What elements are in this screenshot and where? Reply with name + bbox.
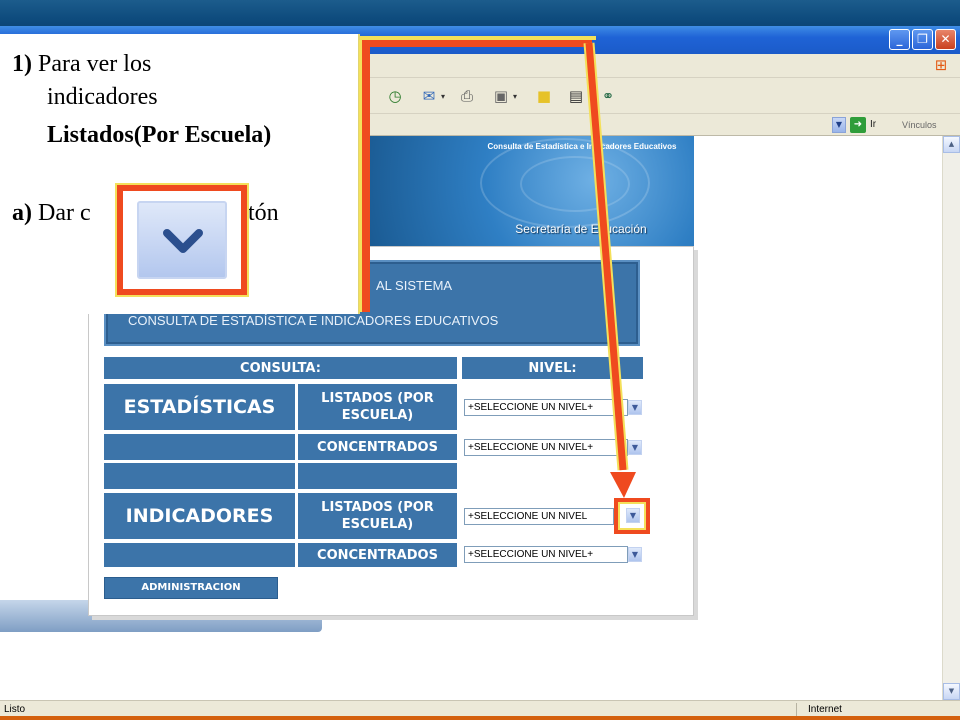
address-dropdown-icon[interactable]: ▼ bbox=[832, 117, 846, 133]
slide-bottom-line bbox=[0, 716, 960, 720]
estadisticas-listados-label: LISTADOS (POR ESCUELA) bbox=[298, 384, 457, 430]
minimize-button[interactable]: _ bbox=[889, 29, 910, 50]
instruction-substep: a) Dar c bbox=[12, 200, 91, 227]
print-icon[interactable]: ⎙ bbox=[456, 85, 478, 107]
scroll-up-icon[interactable]: ▲ bbox=[943, 136, 960, 153]
welcome-line-1: AL SISTEMA bbox=[376, 278, 453, 293]
blank-cell bbox=[104, 463, 295, 489]
history-icon[interactable]: ◷ bbox=[384, 85, 406, 107]
substep-letter: a) bbox=[12, 200, 32, 226]
links-label[interactable]: Vínculos bbox=[902, 120, 937, 130]
status-text: Listo bbox=[4, 704, 26, 715]
instruction-line-2: indicadores bbox=[47, 84, 158, 110]
close-button[interactable]: ✕ bbox=[935, 29, 956, 50]
folder-icon[interactable]: ■ bbox=[533, 85, 555, 107]
go-button[interactable]: Ir bbox=[870, 119, 876, 130]
pointer-line-horizontal bbox=[366, 40, 592, 47]
header-banner: Consulta de Estadística e Indicadores Ed… bbox=[360, 136, 694, 246]
chevron-down-icon[interactable]: ▼ bbox=[628, 547, 642, 562]
indicadores-listados-label: LISTADOS (POR ESCUELA) bbox=[298, 493, 457, 539]
scroll-down-icon[interactable]: ▼ bbox=[943, 683, 960, 700]
edit-icon[interactable]: ▣ bbox=[490, 85, 512, 107]
window-buttons: _ ❐ ✕ bbox=[889, 29, 956, 50]
administracion-button[interactable]: ADMINISTRACION bbox=[104, 577, 278, 599]
mail-icon[interactable]: ✉ bbox=[418, 85, 440, 107]
instruction-step-line: 1) Para ver los bbox=[12, 48, 151, 80]
substep-text-left: Dar c bbox=[38, 200, 91, 226]
maximize-button[interactable]: ❐ bbox=[912, 29, 933, 50]
indicadores-concentrados-label: CONCENTRADOS bbox=[298, 543, 457, 567]
welcome-line-2: CONSULTA DE ESTADÍSTICA E INDICADORES ED… bbox=[128, 313, 499, 328]
chevron-down-icon bbox=[163, 229, 203, 253]
zoomed-dropdown-button bbox=[117, 185, 247, 295]
blank-cell bbox=[298, 463, 457, 489]
step-number: 1) bbox=[12, 51, 32, 77]
target-highlight-box bbox=[614, 498, 650, 534]
header-consulta: CONSULTA: bbox=[104, 357, 457, 379]
edit-dropdown-icon[interactable]: ▾ bbox=[513, 92, 517, 101]
go-arrow-icon[interactable]: ➜ bbox=[850, 117, 866, 133]
indicadores-label: INDICADORES bbox=[104, 493, 295, 539]
internet-zone-label: Internet bbox=[808, 704, 842, 715]
pointer-arrow-icon bbox=[583, 42, 636, 498]
mail-dropdown-icon[interactable]: ▾ bbox=[441, 92, 445, 101]
estadisticas-label: ESTADÍSTICAS bbox=[104, 384, 295, 430]
indicadores-concentrados-select[interactable]: +SELECCIONE UN NIVEL+ bbox=[464, 546, 628, 563]
windows-logo-icon: ⊞ bbox=[934, 56, 948, 74]
blank-cell bbox=[104, 543, 295, 567]
zoomed-button-face bbox=[137, 201, 227, 279]
pointer-line-vertical bbox=[362, 40, 370, 312]
estadisticas-concentrados-label: CONCENTRADOS bbox=[298, 434, 457, 460]
instruction-line-3: Listados(Por Escuela) bbox=[47, 122, 272, 148]
blank-cell bbox=[104, 434, 295, 460]
indicadores-listados-select[interactable]: +SELECCIONE UN NIVEL bbox=[464, 508, 614, 525]
vertical-scrollbar[interactable]: ▲ ▼ bbox=[942, 136, 960, 700]
instruction-line-1: Para ver los bbox=[38, 51, 152, 77]
